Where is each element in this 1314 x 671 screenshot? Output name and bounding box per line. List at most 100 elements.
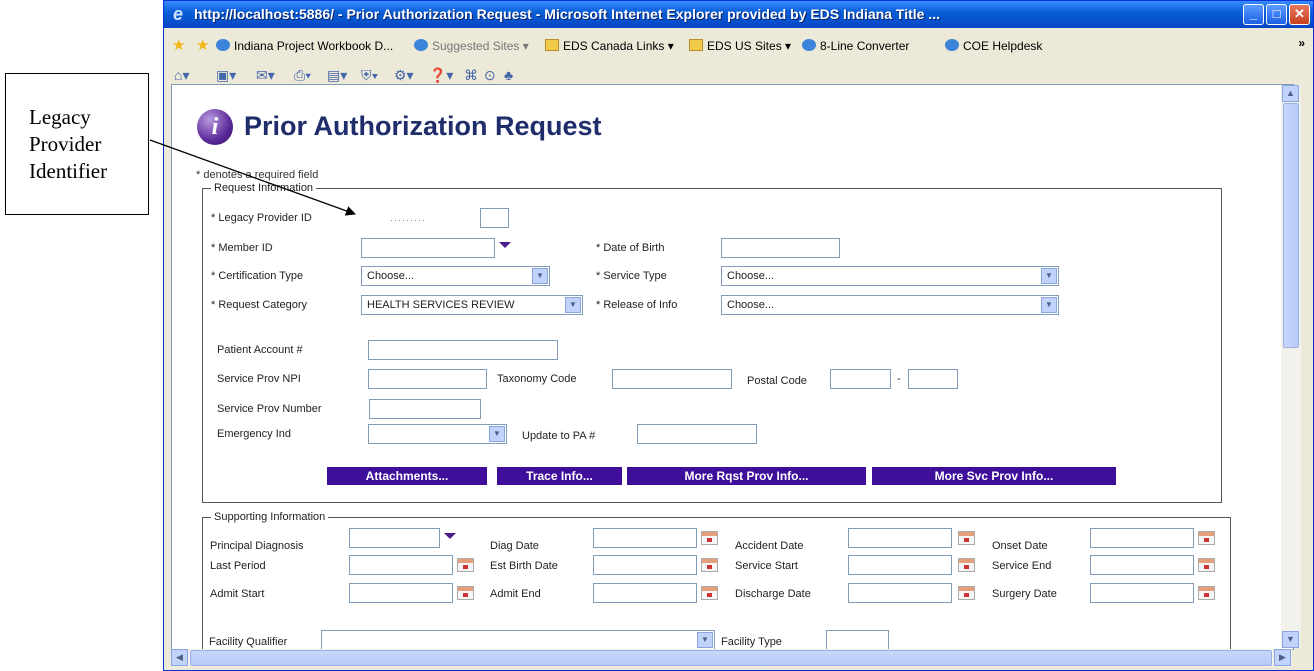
- service-start-input[interactable]: [848, 555, 952, 575]
- more-rqst-prov-info-button[interactable]: More Rqst Prov Info...: [627, 467, 866, 485]
- messenger-icon[interactable]: ♣: [504, 67, 513, 83]
- page-icon[interactable]: ▤▾: [327, 67, 347, 84]
- folder-icon: [545, 39, 559, 51]
- link-eds-canada[interactable]: EDS Canada Links ▾: [545, 39, 674, 53]
- est-birth-date-calendar-icon[interactable]: [701, 558, 718, 572]
- postal-code-label: Postal Code: [747, 375, 807, 387]
- principal-diagnosis-lookup-icon[interactable]: [444, 533, 456, 539]
- service-start-calendar-icon[interactable]: [958, 558, 975, 572]
- trace-info-button[interactable]: Trace Info...: [497, 467, 622, 485]
- favorites-star-icon[interactable]: ★: [172, 36, 185, 54]
- mail-icon[interactable]: ✉▾: [256, 67, 275, 84]
- emergency-ind-label: Emergency Ind: [217, 428, 291, 440]
- certification-type-label: * Certification Type: [211, 270, 304, 282]
- help-icon[interactable]: ❓▾: [429, 67, 453, 84]
- postal-code-extension-input[interactable]: [908, 369, 958, 389]
- close-button[interactable]: ✕: [1289, 4, 1310, 25]
- link-indiana-workbook[interactable]: Indiana Project Workbook D...: [216, 39, 393, 53]
- surgery-date-input[interactable]: [1090, 583, 1194, 603]
- service-prov-number-input[interactable]: [369, 399, 481, 419]
- home-icon[interactable]: ⌂▾: [174, 67, 189, 84]
- link-eds-us-sites[interactable]: EDS US Sites ▾: [689, 39, 791, 53]
- accident-date-input[interactable]: [848, 528, 952, 548]
- stop-icon[interactable]: ⊙: [484, 67, 496, 84]
- more-svc-prov-info-button[interactable]: More Svc Prov Info...: [872, 467, 1116, 485]
- onset-date-calendar-icon[interactable]: [1198, 531, 1215, 545]
- admit-end-input[interactable]: [593, 583, 697, 603]
- service-prov-npi-input[interactable]: [368, 369, 487, 389]
- admit-start-calendar-icon[interactable]: [457, 586, 474, 600]
- last-period-calendar-icon[interactable]: [457, 558, 474, 572]
- admit-end-calendar-icon[interactable]: [701, 586, 718, 600]
- update-to-pa-input[interactable]: [637, 424, 757, 444]
- legacy-provider-callout: Legacy Provider Identifier: [5, 73, 149, 215]
- patient-account-label: Patient Account #: [217, 344, 303, 356]
- discharge-date-calendar-icon[interactable]: [958, 586, 975, 600]
- service-prov-number-label: Service Prov Number: [217, 403, 322, 415]
- member-id-lookup-icon[interactable]: [499, 242, 511, 248]
- tools-gear-icon[interactable]: ⚙▾: [394, 67, 414, 84]
- callout-line-2: Provider: [29, 132, 102, 156]
- chevron-down-icon[interactable]: ▼: [489, 426, 505, 442]
- service-type-select[interactable]: Choose... ▼: [721, 266, 1059, 286]
- release-of-info-select[interactable]: Choose... ▼: [721, 295, 1059, 315]
- admit-start-input[interactable]: [349, 583, 453, 603]
- request-category-select[interactable]: HEALTH SERVICES REVIEW ▼: [361, 295, 583, 315]
- maximize-button[interactable]: □: [1266, 4, 1287, 25]
- favorites-bar: ★ ★ Indiana Project Workbook D... Sugges…: [164, 34, 1313, 58]
- request-category-label: * Request Category: [211, 299, 307, 311]
- last-period-input[interactable]: [349, 555, 453, 575]
- chevron-down-icon[interactable]: ▼: [697, 632, 713, 648]
- link-suggested-sites[interactable]: Suggested Sites ▾: [414, 39, 529, 53]
- horizontal-scroll-thumb[interactable]: [190, 650, 1272, 666]
- add-favorite-icon[interactable]: ★: [196, 36, 209, 54]
- horizontal-scrollbar[interactable]: ◀ ▶: [171, 649, 1292, 667]
- legacy-provider-id-input[interactable]: ·········: [359, 208, 475, 228]
- legacy-provider-id-suffix-input[interactable]: [480, 208, 509, 228]
- print-icon[interactable]: ⎙▾: [294, 67, 311, 84]
- surgery-date-calendar-icon[interactable]: [1198, 586, 1215, 600]
- chevron-down-icon[interactable]: ▼: [1041, 268, 1057, 284]
- title-bar: e http://localhost:5886/ - Prior Authori…: [164, 1, 1313, 28]
- required-field-note: * denotes a required field: [196, 169, 319, 181]
- service-end-input[interactable]: [1090, 555, 1194, 575]
- member-id-input[interactable]: [361, 238, 495, 258]
- postal-code-input[interactable]: [830, 369, 891, 389]
- research-icon[interactable]: ⌘: [464, 67, 478, 84]
- diag-date-label: Diag Date: [490, 540, 539, 552]
- taxonomy-code-input[interactable]: [612, 369, 732, 389]
- discharge-date-input[interactable]: [848, 583, 952, 603]
- scroll-up-icon[interactable]: ▲: [1282, 85, 1299, 102]
- onset-date-input[interactable]: [1090, 528, 1194, 548]
- vertical-scrollbar[interactable]: ▲ ▼: [1281, 85, 1301, 648]
- diag-date-input[interactable]: [593, 528, 697, 548]
- scroll-down-icon[interactable]: ▼: [1282, 631, 1299, 648]
- facility-type-input[interactable]: [826, 630, 889, 649]
- vertical-scroll-thumb[interactable]: [1283, 103, 1299, 348]
- certification-type-select[interactable]: Choose... ▼: [361, 266, 550, 286]
- attachments-button[interactable]: Attachments...: [327, 467, 487, 485]
- scroll-left-icon[interactable]: ◀: [171, 649, 188, 666]
- diag-date-calendar-icon[interactable]: [701, 531, 718, 545]
- emergency-ind-select[interactable]: ▼: [368, 424, 507, 444]
- chevron-down-icon[interactable]: ▼: [1041, 297, 1057, 313]
- chevron-down-icon[interactable]: ▼: [532, 268, 548, 284]
- link-coe-helpdesk[interactable]: COE Helpdesk: [945, 39, 1042, 53]
- admit-end-label: Admit End: [490, 588, 541, 600]
- links-overflow-chevron[interactable]: »: [1298, 36, 1305, 50]
- minimize-button[interactable]: _: [1243, 4, 1264, 25]
- link-8-line-converter[interactable]: 8-Line Converter: [802, 39, 909, 53]
- safety-icon[interactable]: ⛨▾: [361, 67, 378, 84]
- principal-diagnosis-input[interactable]: [349, 528, 440, 548]
- facility-qualifier-select[interactable]: ▼: [321, 630, 715, 649]
- est-birth-date-input[interactable]: [593, 555, 697, 575]
- patient-account-input[interactable]: [368, 340, 558, 360]
- feeds-icon[interactable]: ▣▾: [216, 67, 236, 84]
- onset-date-label: Onset Date: [992, 540, 1048, 552]
- service-end-calendar-icon[interactable]: [1198, 558, 1215, 572]
- legacy-provider-id-value: ·········: [390, 215, 426, 225]
- date-of-birth-input[interactable]: [721, 238, 840, 258]
- scroll-right-icon[interactable]: ▶: [1274, 649, 1291, 666]
- chevron-down-icon[interactable]: ▼: [565, 297, 581, 313]
- accident-date-calendar-icon[interactable]: [958, 531, 975, 545]
